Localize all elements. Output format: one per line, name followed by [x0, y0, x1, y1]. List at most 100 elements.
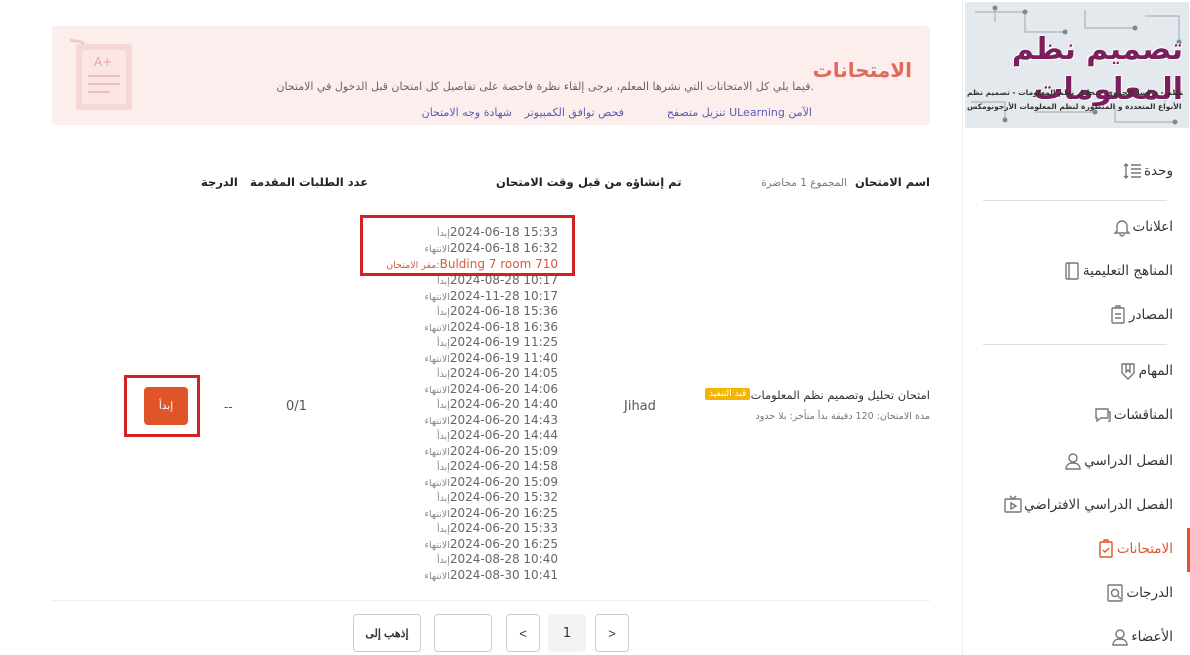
time-entry-value: 2024-06-20 14:40	[449, 397, 558, 411]
bell-icon	[1111, 216, 1133, 238]
time-entry: إبدأ 2024-06-20 15:33	[434, 521, 558, 537]
exam-duration-meta: مدة الامتحان: 120 دقيقة بدأ متأخر: بلا ح…	[755, 411, 930, 422]
col-header-submissions: عدد الطلبات المقدمة	[250, 175, 369, 189]
highlight-box-start-button	[124, 375, 200, 437]
time-entry: الانتهاء 2024-06-19 11:40	[422, 351, 558, 367]
nav-item-classroom[interactable]: الفصل الدراسي	[983, 446, 1173, 476]
time-entry-value: 2024-06-20 14:58	[449, 459, 558, 473]
time-entry: الانتهاء 2024-06-20 16:25	[422, 537, 558, 553]
time-entry-value: 2024-06-20 15:09	[449, 474, 558, 489]
time-entry-label: الانتهاء	[424, 415, 450, 427]
certificate-illustration-icon: A+	[69, 38, 132, 110]
time-entry: إبدأ 2024-08-28 10:40	[434, 552, 558, 568]
time-entry: الانتهاء 2024-06-20 14:43	[422, 413, 558, 429]
time-entry-value: 2024-06-19 11:40	[449, 350, 558, 365]
nav-divider	[983, 200, 1167, 201]
time-entry: الانتهاء 2024-06-20 15:09	[422, 475, 558, 491]
book-icon	[1061, 260, 1083, 282]
svg-text:A+: A+	[94, 55, 112, 69]
nav-item-assignments[interactable]: المهام	[983, 356, 1173, 386]
exam-name-link[interactable]: امتحان تحليل وتصميم نظم المعلومات ...	[736, 388, 930, 402]
time-entry: الانتهاء 2024-06-20 16:25	[422, 506, 558, 522]
nav-item-members[interactable]: الأعضاء	[983, 622, 1173, 652]
nav-item-label: وحدة	[1143, 163, 1173, 179]
time-entry: الانتهاء 2024-06-20 15:09	[422, 444, 558, 460]
next-page-button[interactable]: >	[595, 614, 629, 652]
members-icon	[1109, 626, 1131, 648]
exams-page: تصميم نظم المعلومات نظرية النظم - دراسة …	[0, 0, 1190, 655]
exam-grade: --	[224, 400, 233, 414]
nav-item-discussions[interactable]: المناقشات	[983, 400, 1173, 430]
time-entry-label: إبدأ	[436, 462, 450, 473]
time-entry-label: الانتهاء	[424, 353, 450, 365]
nav-item-label: المصادر	[1128, 307, 1173, 323]
time-entry-label: إبدأ	[436, 524, 450, 535]
col-header-name: اسم الامتحان المجموع 1 محاضرة	[761, 175, 930, 189]
status-badge: قيد التنفيذ	[705, 388, 751, 400]
time-entry-value: 2024-06-18 16:36	[449, 319, 558, 334]
goto-page-input[interactable]	[434, 614, 492, 652]
video-icon	[1002, 494, 1024, 516]
compatibility-check-link[interactable]: فحص توافق الكمبيوتر	[525, 106, 624, 119]
time-entry-label: الانتهاء	[424, 570, 450, 582]
row-divider	[52, 600, 930, 601]
col-header-grade: الدرجة	[201, 175, 238, 189]
nav-item-label: المناقشات	[1113, 407, 1173, 423]
time-entry: الانتهاء 2024-11-28 10:17	[422, 289, 558, 305]
time-entry-label: إبدأ	[436, 276, 450, 287]
nav-item-label: اعلانات	[1132, 219, 1173, 235]
nav-item-units[interactable]: وحدة	[983, 156, 1173, 186]
time-entry: إبدأ 2024-06-20 14:40	[434, 397, 558, 413]
time-entry-label: إبدأ	[436, 400, 450, 411]
face-certificate-link[interactable]: شهادة وجه الامتحان	[422, 106, 512, 119]
time-entry-value: 2024-06-20 16:25	[449, 505, 558, 520]
time-entry-value: 2024-08-30 10:41	[449, 567, 558, 582]
nav-item-resources[interactable]: المصادر	[983, 300, 1173, 330]
page-title: الامتحانات	[812, 58, 912, 82]
download-browser-link[interactable]: تنزيل متصفح ULearning الآمن	[667, 106, 812, 119]
exam-count-label: المجموع 1 محاضرة	[761, 177, 847, 189]
time-entry: الانتهاء 2024-08-30 10:41	[422, 568, 558, 584]
nav-item-curriculum[interactable]: المناهج التعليمية	[983, 256, 1173, 286]
time-entry: إبدأ 2024-06-20 14:44	[434, 428, 558, 444]
col-header-creator: تم إنشاؤه من قبل	[578, 175, 682, 189]
current-page-number[interactable]: 1	[548, 614, 586, 652]
nav-item-label: الدرجات	[1126, 585, 1173, 601]
time-entry-value: 2024-06-20 14:06	[449, 381, 558, 396]
banner-subtitle-line2: المعلومات - الأنواع المتعددة و المتطورة …	[967, 102, 1183, 111]
goto-page-button[interactable]: إذهب إلى	[353, 614, 421, 652]
time-entry: إبدأ 2024-06-20 14:58	[434, 459, 558, 475]
nav-item-announcements[interactable]: اعلانات	[983, 212, 1173, 242]
person-icon	[1062, 450, 1084, 472]
time-entry-value: 2024-06-18 15:36	[449, 304, 558, 318]
time-entry-value: 2024-06-20 14:44	[449, 428, 558, 442]
time-entry-label: الانتهاء	[424, 477, 450, 489]
time-entry-value: 2024-06-20 14:43	[449, 412, 558, 427]
time-entry-value: 2024-11-28 10:17	[449, 288, 558, 303]
banner-subtitle-line1: نظرية النظم - دراسة الجدوى - تحليل نظم ا…	[967, 88, 1183, 97]
time-entry-label: الانتهاء	[424, 291, 450, 303]
time-entry: إبدأ 2024-06-20 15:32	[434, 490, 558, 506]
nav-item-label: المناهج التعليمية	[1082, 263, 1173, 279]
time-entry-value: 2024-06-20 15:09	[449, 443, 558, 458]
nav-item-virtual-classroom[interactable]: الفصل الدراسي الافتراضي	[983, 490, 1173, 520]
nav-item-exams[interactable]: الامتحانات	[983, 534, 1173, 564]
shield-icon	[1117, 360, 1139, 382]
clipboard-icon	[1107, 304, 1129, 326]
nav-item-grades[interactable]: الدرجات	[983, 578, 1173, 608]
course-banner[interactable]: تصميم نظم المعلومات نظرية النظم - دراسة …	[965, 2, 1189, 128]
exam-icon	[1095, 538, 1117, 560]
nav-divider	[983, 344, 1167, 345]
nav-item-label: المهام	[1138, 363, 1173, 379]
time-entry-value: 2024-06-20 14:05	[449, 366, 558, 380]
nav-item-label: الفصل الدراسي	[1084, 453, 1173, 469]
time-entry-value: 2024-08-28 10:40	[449, 552, 558, 566]
prev-page-button[interactable]: <	[506, 614, 540, 652]
time-entry-value: 2024-06-20 16:25	[449, 536, 558, 551]
exam-creator: Jihad	[624, 399, 656, 414]
time-entry-label: الانتهاء	[424, 508, 450, 520]
time-entry-label: الانتهاء	[424, 539, 450, 551]
time-entry: الانتهاء 2024-06-20 14:06	[422, 382, 558, 398]
time-entry-value: 2024-06-20 15:33	[449, 521, 558, 535]
time-entry-label: إبدأ	[436, 493, 450, 504]
